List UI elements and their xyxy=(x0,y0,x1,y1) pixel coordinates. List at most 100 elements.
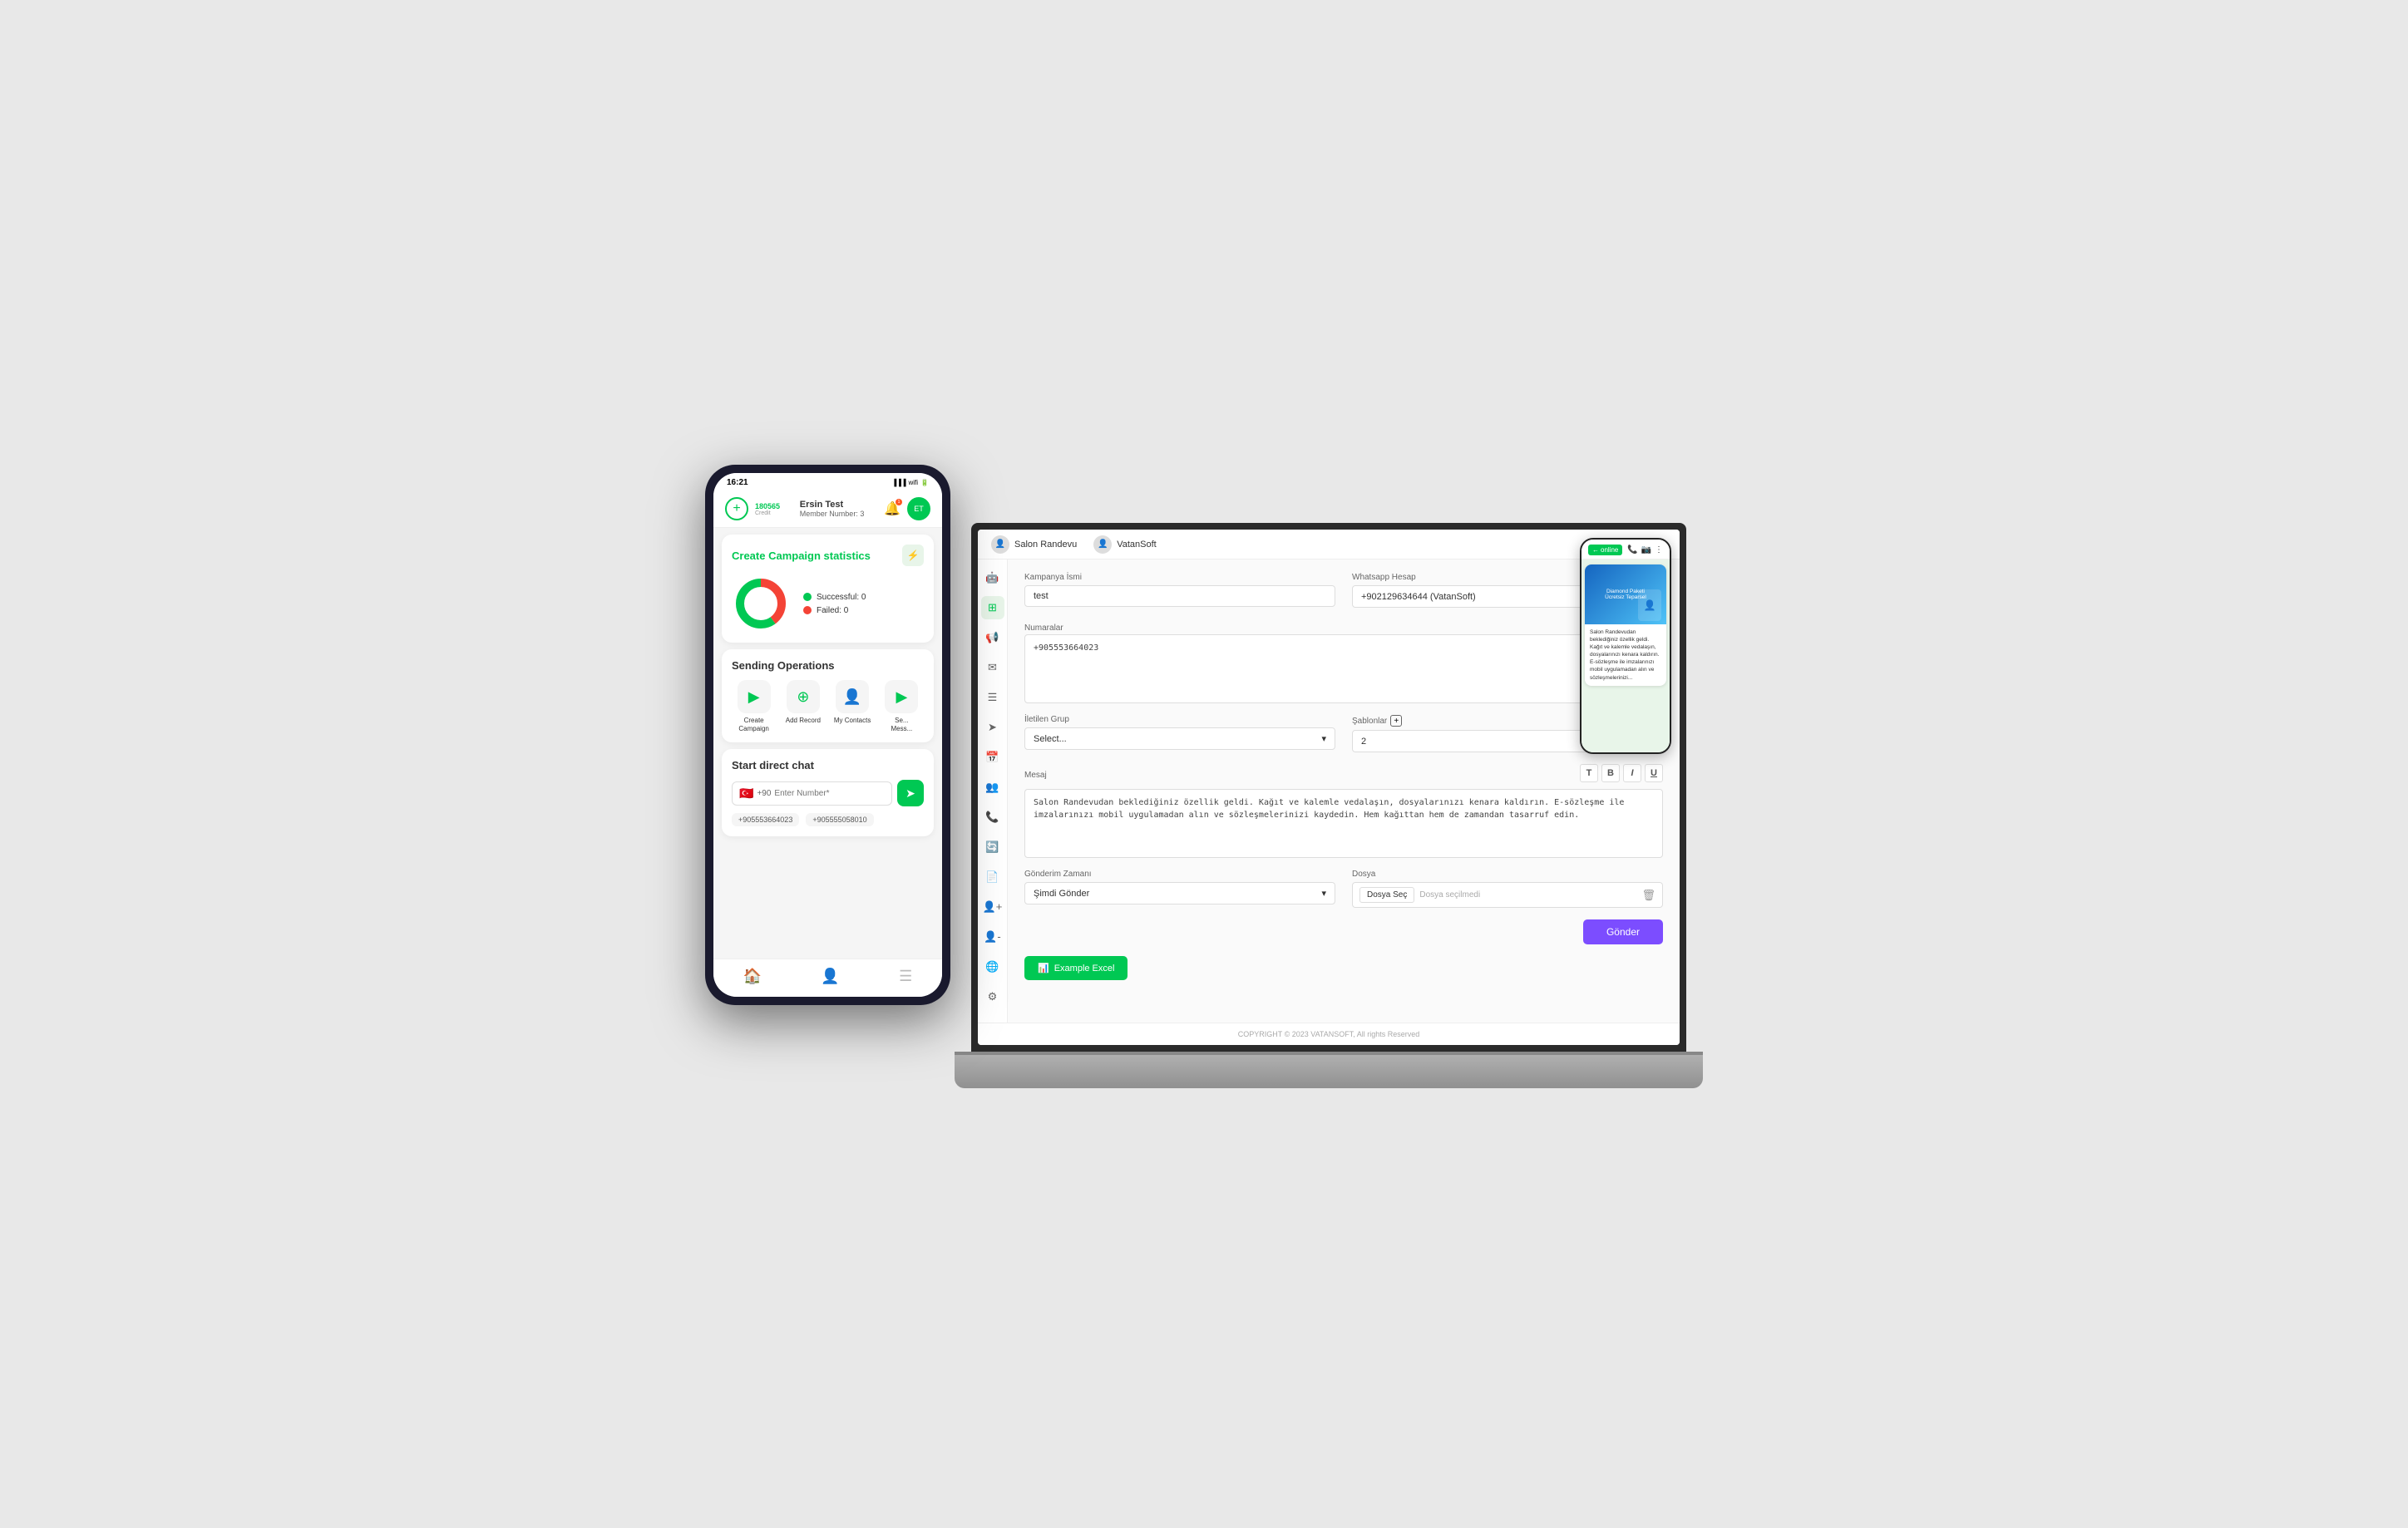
toolbar-btn-u[interactable]: U xyxy=(1645,764,1663,782)
sidebar-icon-mail[interactable]: ✉ xyxy=(981,656,1004,679)
sending-item-add[interactable]: ⊕ Add Record xyxy=(781,680,825,732)
signal-icon: ▐▐▐ xyxy=(891,479,905,486)
gonder-button[interactable]: Gönder xyxy=(1583,919,1663,944)
add-record-label: Add Record xyxy=(786,717,821,725)
mesaj-toolbar: T B I U xyxy=(1580,764,1663,782)
mesaj-wrap: Salon Randevudan beklediğiniz özellik ge… xyxy=(1024,789,1663,858)
video-icon[interactable]: 📷 xyxy=(1641,545,1651,555)
webapp-sidebar: 🤖 ⊞ 📢 ✉ ☰ ➤ 📅 👥 📞 🔄 📄 👤+ xyxy=(978,559,1008,1023)
stats-section: Create Campaign statistics ⚡ xyxy=(722,535,934,643)
numaralar-textarea[interactable]: +905553664023 xyxy=(1034,642,1654,692)
tab-label-vatan: VatanSoft xyxy=(1117,540,1157,550)
call-icon[interactable]: 📞 xyxy=(1627,545,1637,555)
country-flag-icon: 🇹🇷 xyxy=(739,786,753,801)
iletilen-grup-label: İletilen Grup xyxy=(1024,715,1335,724)
sidebar-icon-menu[interactable]: ☰ xyxy=(981,686,1004,709)
sidebar-icon-send[interactable]: ➤ xyxy=(981,716,1004,739)
filter-icon[interactable]: ⚡ xyxy=(902,545,924,566)
nav-user[interactable]: 👤 xyxy=(821,968,839,985)
form-group-dosya: Dosya Dosya Seç Dosya seçilmedi 🗑 xyxy=(1352,870,1663,908)
mesaj-textarea[interactable]: Salon Randevudan beklediğiniz özellik ge… xyxy=(1034,796,1654,846)
saved-number-2[interactable]: +905555058010 xyxy=(806,813,873,826)
my-contacts-label: My Contacts xyxy=(834,717,871,725)
flag-input-wrap: 🇹🇷 +90 xyxy=(732,781,892,806)
trash-icon[interactable]: 🗑 xyxy=(1641,889,1656,902)
saved-numbers: +905553664023 +905555058010 xyxy=(732,813,924,826)
preview-icons: 📞 📷 ⋮ xyxy=(1627,545,1663,555)
send-message-icon: ▶ xyxy=(896,688,907,706)
header-right: 🔔 1 ET xyxy=(884,497,930,520)
battery-icon: 🔋 xyxy=(920,479,929,486)
campaign-name-input[interactable] xyxy=(1024,585,1335,607)
sidebar-icon-grid[interactable]: ⊞ xyxy=(981,596,1004,619)
sidebar-icon-phone[interactable]: 📞 xyxy=(981,806,1004,829)
numaralar-label: Numaralar xyxy=(1024,624,1063,633)
back-arrow-icon: ← xyxy=(1592,546,1599,554)
preview-chat-area: Diamond PaketiÜcretsiz Teparsel 👤 Salon … xyxy=(1581,559,1670,752)
dosya-sec-button[interactable]: Dosya Seç xyxy=(1359,887,1414,903)
tab-vatansoft[interactable]: 👤 VatanSoft xyxy=(1093,535,1157,554)
sending-item-contacts[interactable]: 👤 My Contacts xyxy=(831,680,875,732)
sablonlar-add-icon[interactable]: + xyxy=(1390,715,1402,727)
gonderim-select[interactable]: Şimdi Gönder ▾ xyxy=(1024,882,1335,904)
app-header: + 180565 Credit Ersin Test Member Number… xyxy=(713,490,942,528)
nav-menu[interactable]: ☰ xyxy=(899,968,912,985)
sidebar-icon-person-add[interactable]: 👤+ xyxy=(981,895,1004,919)
preview-back-btn[interactable]: ← online xyxy=(1588,545,1622,555)
tab-salon-randevu[interactable]: 👤 Salon Randevu xyxy=(991,535,1077,554)
more-icon[interactable]: ⋮ xyxy=(1655,545,1663,555)
sending-item-send[interactable]: ▶ Se...Mess... xyxy=(880,680,924,732)
sidebar-icon-calendar[interactable]: 📅 xyxy=(981,746,1004,769)
user-name: Ersin Test xyxy=(800,500,865,510)
phone-number-input[interactable] xyxy=(774,789,885,798)
nav-home[interactable]: 🏠 xyxy=(743,968,762,985)
sidebar-icon-refresh[interactable]: 🔄 xyxy=(981,835,1004,859)
wifi-icon: wifi xyxy=(908,479,918,486)
direct-input-row: 🇹🇷 +90 ➤ xyxy=(732,780,924,806)
saved-number-1[interactable]: +905553664023 xyxy=(732,813,799,826)
sidebar-icon-robot[interactable]: 🤖 xyxy=(981,566,1004,589)
iletilen-chevron-icon: ▾ xyxy=(1321,733,1326,744)
add-button[interactable]: + xyxy=(725,497,748,520)
excel-icon: 📊 xyxy=(1038,963,1049,973)
sidebar-icon-file[interactable]: 📄 xyxy=(981,865,1004,889)
bottom-row: 📊 Example Excel xyxy=(1024,956,1663,980)
header-center: Ersin Test Member Number: 3 xyxy=(800,500,865,518)
create-campaign-icon-wrap: ▶ xyxy=(738,680,771,713)
toolbar-btn-t[interactable]: T xyxy=(1580,764,1598,782)
form-group-gonderim: Gönderim Zamanı Şimdi Gönder ▾ xyxy=(1024,870,1335,908)
dosya-inner: Dosya Seç Dosya seçilmedi 🗑 xyxy=(1352,882,1663,908)
failed-label: Failed: 0 xyxy=(817,606,848,615)
sablonlar-label: Şablonlar xyxy=(1352,717,1387,726)
send-row: Gönderim Zamanı Şimdi Gönder ▾ Dosya xyxy=(1024,870,1663,908)
credit-number: 180565 xyxy=(755,502,780,510)
laptop-screen: 👤 Salon Randevu 👤 VatanSoft Turkish xyxy=(978,530,1680,1045)
toolbar-btn-i[interactable]: I xyxy=(1623,764,1641,782)
mesaj-label: Mesaj xyxy=(1024,771,1047,780)
excel-label: Example Excel xyxy=(1054,964,1115,973)
toolbar-btn-b[interactable]: B xyxy=(1601,764,1620,782)
add-record-icon-wrap: ⊕ xyxy=(787,680,820,713)
example-excel-button[interactable]: 📊 Example Excel xyxy=(1024,956,1128,980)
notification-bell[interactable]: 🔔 1 xyxy=(884,500,901,517)
campaign-name-label: Kampanya İsmi xyxy=(1024,573,1335,582)
sidebar-icon-sphere[interactable]: 🌐 xyxy=(981,955,1004,978)
user-avatar[interactable]: ET xyxy=(907,497,930,520)
gonderim-label: Gönderim Zamanı xyxy=(1024,870,1335,879)
webapp-topbar: 👤 Salon Randevu 👤 VatanSoft Turkish xyxy=(978,530,1680,559)
preview-banner: Diamond PaketiÜcretsiz Teparsel 👤 xyxy=(1585,564,1666,624)
sidebar-icon-person-remove[interactable]: 👤- xyxy=(981,925,1004,949)
webapp-nav-tabs: 👤 Salon Randevu 👤 VatanSoft xyxy=(991,535,1157,554)
send-direct-button[interactable]: ➤ xyxy=(897,780,924,806)
mobile-phone: 16:21 ▐▐▐ wifi 🔋 + 180565 Credit Ers xyxy=(705,465,950,1005)
webapp-footer: COPYRIGHT © 2023 VATANSOFT, All rights R… xyxy=(978,1023,1680,1045)
sidebar-icon-contacts[interactable]: 👥 xyxy=(981,776,1004,799)
form-row-campaign: Kampanya İsmi Whatsapp Hesap +9021296346… xyxy=(1024,573,1663,608)
preview-message-bubble: Salon Randevudan beklediğiniz özellik ge… xyxy=(1585,624,1666,686)
sending-item-create[interactable]: ▶ CreateCampaign xyxy=(732,680,776,732)
sidebar-icon-speaker[interactable]: 📢 xyxy=(981,626,1004,649)
scene: 👤 Salon Randevu 👤 VatanSoft Turkish xyxy=(705,440,1703,1088)
sidebar-icon-settings[interactable]: ⚙ xyxy=(981,985,1004,1008)
iletilen-grup-select[interactable]: Select... ▾ xyxy=(1024,727,1335,750)
direct-chat-title: Start direct chat xyxy=(732,759,924,771)
